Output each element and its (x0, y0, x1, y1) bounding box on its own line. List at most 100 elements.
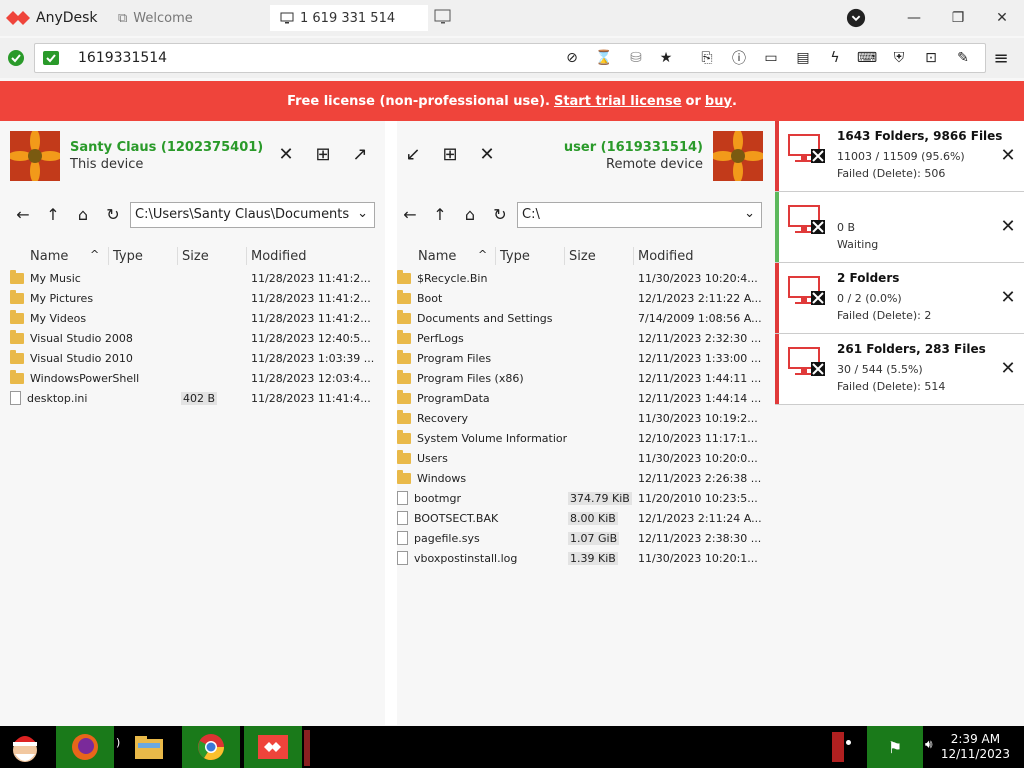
new-tab-button[interactable] (434, 9, 454, 27)
close-icon: ✕ (278, 143, 294, 165)
table-row[interactable]: vboxpostinstall.log 1.39 KiB 11/30/2023 10… (397, 548, 772, 568)
display-button[interactable]: ▭ (760, 48, 782, 68)
permissions-button[interactable]: ⛨ (888, 48, 910, 68)
remote-col-modified[interactable]: Modified (638, 245, 693, 267)
keyboard-button[interactable]: ⌨ (856, 48, 878, 68)
local-col-name[interactable]: Name (30, 245, 68, 267)
folder-icon (10, 289, 24, 304)
local-col-size[interactable]: Size (182, 245, 209, 267)
table-row[interactable]: My Pictures 11/28/2023 11:41:2... (10, 288, 380, 308)
table-row[interactable]: Program Files (x86) 12/11/2023 1:44:11 ..… (397, 368, 772, 388)
close-window-button[interactable]: ✕ (992, 8, 1012, 28)
table-row[interactable]: Visual Studio 2008 11/28/2023 12:40:5... (10, 328, 380, 348)
table-row[interactable]: Recovery 11/30/2023 10:19:2... (397, 408, 772, 428)
file-modified: 7/14/2009 1:08:56 A... (638, 311, 762, 325)
table-row[interactable]: Documents and Settings 7/14/2009 1:08:56 … (397, 308, 772, 328)
actions-button[interactable]: ⓘ (728, 48, 750, 68)
local-close-button[interactable]: ✕ (275, 143, 297, 165)
transfer-cancel-button[interactable]: ✕ (998, 287, 1018, 308)
chat-button[interactable]: ▤ (792, 48, 814, 68)
file-transfer-button[interactable]: ⎘ (696, 48, 718, 68)
local-col-type[interactable]: Type (113, 245, 143, 267)
remote-up-button[interactable]: ↑ (429, 203, 451, 225)
file-modified: 11/28/2023 12:40:5... (251, 331, 371, 345)
local-path-input[interactable]: C:\Users\Santy Claus\Documents ⌄ (130, 202, 375, 228)
local-new-folder-button[interactable]: ⊞ (312, 143, 334, 165)
actions-lightning-button[interactable]: ϟ (824, 48, 846, 68)
table-row[interactable]: Users 11/30/2023 10:20:0... (397, 448, 772, 468)
tray-network[interactable]: ⚑ (867, 726, 923, 768)
arrow-down-left-icon: ↙ (405, 143, 421, 165)
transfer-item[interactable]: 1643 Folders, 9866 Files 11003 / 11509 (9… (775, 121, 1024, 192)
remote-col-size[interactable]: Size (569, 245, 596, 267)
remote-home-button[interactable]: ⌂ (459, 203, 481, 225)
menu-button[interactable]: ≡ (990, 48, 1012, 69)
remote-col-type[interactable]: Type (500, 245, 530, 267)
remote-download-button[interactable]: ↙ (402, 143, 424, 165)
record-button[interactable]: ⊡ (920, 48, 942, 68)
remote-refresh-button[interactable]: ↻ (489, 203, 511, 225)
file-modified: 11/28/2023 12:03:4... (251, 371, 371, 385)
table-row[interactable]: desktop.ini 402 B 11/28/2023 11:41:4... (10, 388, 380, 408)
table-row[interactable]: WindowsPowerShell 11/28/2023 12:03:4... (10, 368, 380, 388)
close-icon: ✕ (479, 143, 495, 165)
system-clock[interactable]: 2:39 AM 12/11/2023 (941, 732, 1010, 762)
volume-icon[interactable]: 🔊︎ (925, 737, 933, 752)
table-row[interactable]: My Music 11/28/2023 11:41:2... (10, 268, 380, 288)
col-divider (633, 247, 634, 265)
file-modified: 11/28/2023 11:41:4... (251, 391, 371, 405)
tab-welcome[interactable]: ⧉ Welcome (108, 5, 266, 31)
favorite-button[interactable]: ★ (655, 48, 677, 68)
transfer-cancel-button[interactable]: ✕ (998, 145, 1018, 166)
table-row[interactable]: BOOTSECT.BAK 8.00 KiB 12/1/2023 2:11:24 A.… (397, 508, 772, 528)
table-row[interactable]: pagefile.sys 1.07 GiB 12/11/2023 2:38:30 .… (397, 528, 772, 548)
table-row[interactable]: PerfLogs 12/11/2023 2:32:30 ... (397, 328, 772, 348)
table-row[interactable]: Visual Studio 2010 11/28/2023 1:03:39 ... (10, 348, 380, 368)
database-button[interactable]: ⛁ (625, 48, 647, 68)
privacy-button[interactable]: ⊘ (561, 48, 583, 68)
table-row[interactable]: $Recycle.Bin 11/30/2023 10:20:4... (397, 268, 772, 288)
table-row[interactable]: Boot 12/1/2023 2:11:22 A... (397, 288, 772, 308)
maximize-button[interactable]: ❐ (948, 8, 968, 28)
taskbar-anydesk[interactable] (244, 726, 302, 768)
table-row[interactable]: System Volume Information 12/10/2023 11:1… (397, 428, 772, 448)
transfer-item[interactable]: 261 Folders, 283 Files 30 / 544 (5.5%) Fai… (775, 334, 1024, 405)
transfer-cancel-button[interactable]: ✕ (998, 358, 1018, 379)
table-row[interactable]: bootmgr 374.79 KiB 11/20/2010 10:23:5... (397, 488, 772, 508)
draw-button[interactable]: ✎ (952, 48, 974, 68)
local-back-button[interactable]: ← (12, 203, 34, 225)
remote-close-button[interactable]: ✕ (476, 143, 498, 165)
minimize-button[interactable]: — (904, 8, 924, 28)
remote-col-name[interactable]: Name (418, 245, 456, 267)
remote-back-button[interactable]: ← (399, 203, 421, 225)
transfer-item[interactable]: 0 B Waiting ✕ (775, 192, 1024, 263)
star-icon: ★ (659, 50, 673, 66)
transfer-item[interactable]: 2 Folders 0 / 2 (0.0%) Failed (Delete): 2 ✕ (775, 263, 1024, 334)
file-name: Documents and Settings (417, 311, 553, 325)
start-button[interactable] (0, 726, 50, 768)
taskbar-chrome[interactable] (182, 726, 240, 768)
table-row[interactable]: ProgramData 12/11/2023 1:44:14 ... (397, 388, 772, 408)
file-name: Program Files (x86) (417, 371, 524, 385)
remote-new-folder-button[interactable]: ⊞ (439, 143, 461, 165)
taskbar-explorer[interactable] (130, 726, 168, 768)
file-modified: 11/30/2023 10:20:0... (638, 451, 758, 465)
table-row[interactable]: Program Files 12/11/2023 1:33:00 ... (397, 348, 772, 368)
buy-link[interactable]: buy (705, 94, 732, 109)
local-up-button[interactable]: ↑ (42, 203, 64, 225)
tab-session[interactable]: 1 619 331 514 (270, 5, 428, 31)
file-name: Boot (417, 291, 443, 305)
local-refresh-button[interactable]: ↻ (102, 203, 124, 225)
download-button[interactable] (846, 8, 866, 28)
table-row[interactable]: My Videos 11/28/2023 11:41:2... (10, 308, 380, 328)
timer-button[interactable]: ⌛ (593, 48, 615, 68)
local-col-modified[interactable]: Modified (251, 245, 306, 267)
start-trial-link[interactable]: Start trial license (554, 94, 682, 109)
table-row[interactable]: Windows 12/11/2023 2:26:38 ... (397, 468, 772, 488)
transfer-cancel-button[interactable]: ✕ (998, 216, 1018, 237)
file-icon (10, 391, 21, 405)
taskbar-firefox[interactable] (56, 726, 114, 768)
remote-path-input[interactable]: C:\ ⌄ (517, 202, 762, 228)
local-home-button[interactable]: ⌂ (72, 203, 94, 225)
local-upload-button[interactable]: ↗ (349, 143, 371, 165)
